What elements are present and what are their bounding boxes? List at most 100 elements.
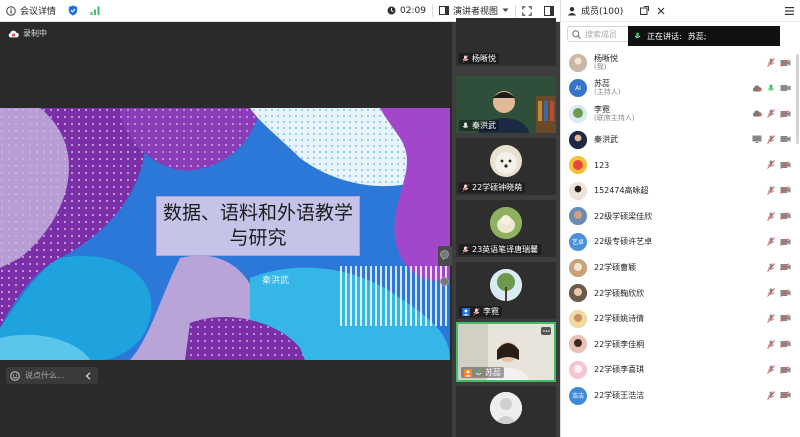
- mic-muted-icon[interactable]: [767, 109, 775, 119]
- mic-muted-icon[interactable]: [767, 186, 775, 195]
- member-list-scrollbar[interactable]: [796, 54, 799, 144]
- member-avatar: [569, 53, 587, 72]
- member-row[interactable]: 123: [561, 152, 800, 178]
- member-role: (我): [594, 62, 607, 71]
- mic-muted-icon[interactable]: [767, 160, 775, 170]
- video-tile-label: 秦洪武: [459, 120, 499, 131]
- member-name: 22学硕李喜琪: [594, 365, 645, 375]
- video-tile-active-speaker[interactable]: 苏蕊: [456, 322, 556, 382]
- member-row[interactable]: 22学硕曹颖: [561, 255, 800, 281]
- recording-timer: 02:09: [381, 0, 432, 22]
- video-tile[interactable]: 秦洪武: [456, 76, 556, 133]
- camera-off-icon[interactable]: [780, 288, 791, 297]
- member-row[interactable]: AI 苏蕊 (主持人): [561, 76, 800, 102]
- member-row[interactable]: 浩洁 22学硕王浩洁: [561, 383, 800, 409]
- meeting-info-button[interactable]: 会议详情: [0, 0, 62, 22]
- video-tile[interactable]: [456, 386, 556, 437]
- member-row[interactable]: 22学硕李佳桐: [561, 332, 800, 358]
- member-name: 22学硕李佳桐: [594, 339, 645, 349]
- mic-muted-icon[interactable]: [767, 237, 775, 246]
- cloud-icon: [752, 110, 762, 117]
- camera-off-icon[interactable]: [780, 237, 791, 246]
- participant-name: 秦洪武: [472, 121, 496, 130]
- member-row[interactable]: 22学硕姚诗倩: [561, 306, 800, 332]
- recording-indicator: 录制中: [8, 28, 47, 39]
- security-status[interactable]: [62, 0, 84, 22]
- member-name: 秦洪武: [594, 135, 618, 145]
- member-row[interactable]: 艺卓 22级专硕许艺卓: [561, 229, 800, 255]
- camera-off-icon[interactable]: [780, 186, 791, 195]
- mic-muted-icon[interactable]: [767, 134, 775, 144]
- member-avatar: [569, 181, 587, 200]
- member-row[interactable]: 李霓 (联席主持人): [561, 101, 800, 127]
- mic-muted-icon[interactable]: [767, 365, 775, 374]
- mic-muted-icon[interactable]: [767, 314, 775, 323]
- participant-name: 李霓: [483, 307, 499, 316]
- camera-off-icon[interactable]: [780, 58, 791, 67]
- video-tile-label: 22学硕钟晓萌: [459, 182, 526, 193]
- avatar-image: [569, 104, 587, 123]
- meeting-info-label: 会议详情: [20, 7, 57, 17]
- video-tile[interactable]: 李霓: [456, 262, 556, 319]
- camera-off-icon[interactable]: [780, 314, 791, 323]
- mic-active-icon[interactable]: [767, 84, 775, 93]
- shared-slide: 数据、语料和外语教学与研究 秦洪武: [0, 108, 450, 360]
- clock-icon: [387, 6, 396, 15]
- avatar-image: [569, 207, 587, 226]
- member-avatar: [569, 207, 587, 226]
- camera-off-icon[interactable]: [780, 340, 791, 348]
- emoji-icon: [10, 370, 20, 381]
- camera-off-icon[interactable]: [780, 212, 791, 220]
- camera-off-icon[interactable]: [780, 263, 791, 272]
- avatar-image: [569, 335, 587, 354]
- mic-muted-icon[interactable]: [767, 262, 775, 272]
- video-tile[interactable]: 杨晰悦: [456, 18, 556, 66]
- hamburger-menu-icon: [785, 6, 794, 15]
- popout-button[interactable]: [640, 6, 649, 15]
- member-row[interactable]: 杨晰悦 (我): [561, 50, 800, 76]
- mic-muted-icon[interactable]: [767, 339, 775, 349]
- panel-menu-button[interactable]: [785, 6, 794, 15]
- member-row[interactable]: 152474高咏超: [561, 178, 800, 204]
- camera-off-icon[interactable]: [780, 391, 791, 400]
- sidebar-layout-icon: [544, 5, 554, 16]
- member-row[interactable]: 22级学硕梁佳欣: [561, 204, 800, 230]
- member-avatar: 艺卓: [569, 232, 587, 251]
- cloud-icon: [752, 85, 762, 92]
- member-row[interactable]: 22学硕李喜琪: [561, 357, 800, 383]
- camera-icon[interactable]: [780, 84, 791, 92]
- mic-active-icon: [475, 369, 482, 375]
- avatar-image: [569, 284, 587, 303]
- mic-muted-icon[interactable]: [767, 288, 775, 298]
- close-panel-button[interactable]: [657, 7, 665, 15]
- mic-muted-icon[interactable]: [767, 58, 775, 67]
- member-name: 22学硕王浩洁: [594, 391, 645, 401]
- user-icon: [462, 307, 470, 316]
- participant-avatar: [490, 269, 522, 301]
- video-tile[interactable]: 23英语笔译唐瑞馨: [456, 200, 556, 257]
- slide-title: 数据、语料和外语教学与研究: [156, 196, 360, 256]
- video-tile-label: 苏蕊: [461, 367, 504, 378]
- video-tile[interactable]: 22学硕钟晓萌: [456, 138, 556, 195]
- timer-text: 02:09: [400, 5, 426, 16]
- member-row[interactable]: 22学硕鞠欣欣: [561, 280, 800, 306]
- member-row[interactable]: 秦洪武: [561, 127, 800, 153]
- shield-icon: [68, 5, 78, 16]
- member-panel-header: 成员(100): [561, 0, 800, 22]
- mic-muted-icon[interactable]: [767, 211, 775, 221]
- avatar-image: [569, 181, 587, 200]
- camera-off-icon[interactable]: [780, 365, 791, 374]
- video-tile-label: 杨晰悦: [459, 53, 499, 64]
- popout-icon: [640, 6, 649, 15]
- speaking-name: 苏蕊;: [687, 31, 707, 41]
- participant-name: 杨晰悦: [472, 54, 496, 63]
- camera-icon[interactable]: [780, 135, 791, 143]
- mic-muted-icon[interactable]: [767, 390, 775, 400]
- network-status[interactable]: [84, 0, 106, 22]
- tile-more-button[interactable]: [541, 327, 551, 335]
- chat-collapse-button[interactable]: [80, 367, 96, 384]
- member-avatar: [569, 360, 587, 379]
- camera-off-icon[interactable]: [780, 160, 791, 169]
- caret-down-icon: [502, 8, 509, 12]
- camera-off-icon[interactable]: [780, 109, 791, 118]
